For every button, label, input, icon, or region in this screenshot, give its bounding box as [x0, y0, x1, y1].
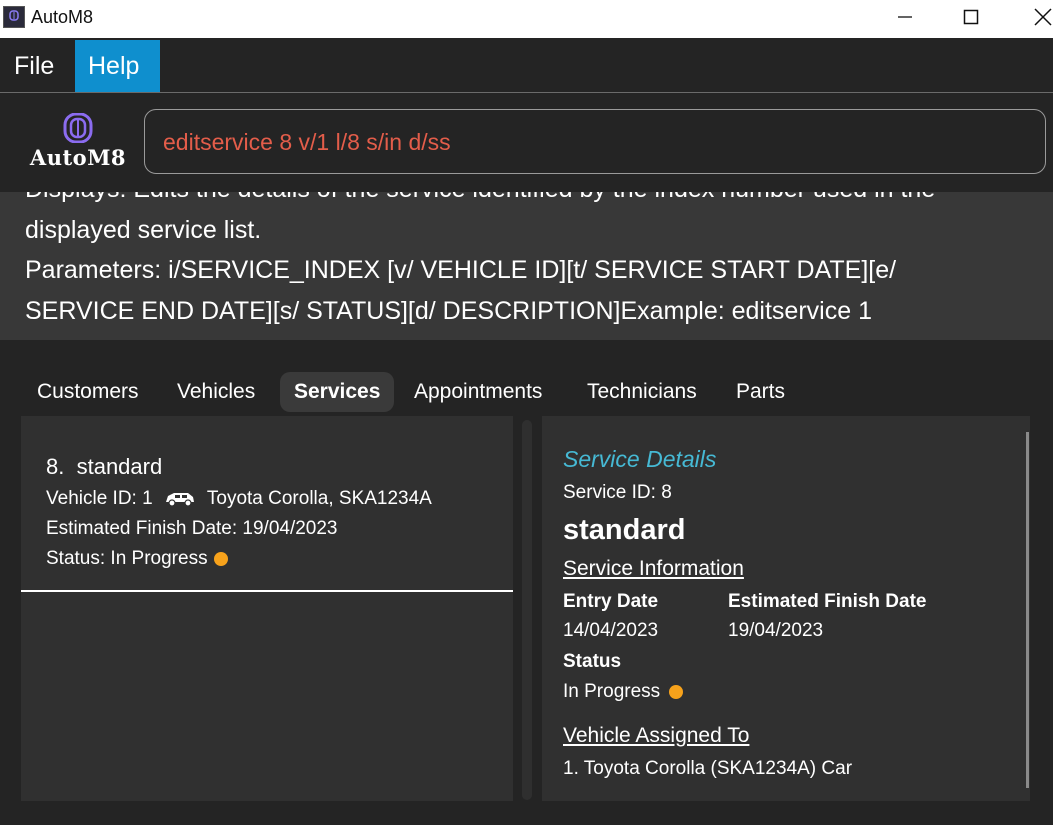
- vehicle-name: Toyota Corolla, SKA1234A: [206, 488, 432, 509]
- service-vehicle-line: Vehicle ID: 1 Toyota Corolla, SKA1234A: [46, 488, 432, 510]
- details-heading: Service Details: [563, 446, 717, 472]
- status-value: In Progress: [563, 681, 661, 702]
- window-title: AutoM8: [31, 7, 94, 27]
- service-name: standard: [76, 454, 163, 479]
- tab-parts[interactable]: Parts: [722, 372, 799, 412]
- app-logo-icon: [3, 6, 25, 28]
- service-card-title: 8. standard: [46, 454, 162, 480]
- logo-text: AutoM8: [29, 145, 127, 170]
- close-icon[interactable]: [1018, 0, 1053, 34]
- service-status-line: Status: In Progress: [46, 548, 228, 570]
- maximize-icon[interactable]: [946, 0, 996, 34]
- status-dot-icon: [669, 684, 684, 699]
- entry-date-value: 14/04/2023: [563, 620, 659, 641]
- status-label: Status: [563, 651, 622, 672]
- command-input[interactable]: editservice 8 v/1 l/8 s/in d/ss: [144, 109, 1046, 174]
- list-item[interactable]: 8. standard Vehicle ID: 1 Toyota Corolla…: [21, 416, 513, 592]
- estimated-finish-date: Estimated Finish Date: 19/04/2023: [46, 518, 338, 539]
- vehicle-id: Vehicle ID: 1: [46, 488, 153, 509]
- status-value-line: In Progress: [563, 681, 684, 703]
- tab-vehicles[interactable]: Vehicles: [163, 372, 269, 412]
- car-icon: [165, 492, 194, 507]
- finish-date-label: Estimated Finish Date: [728, 591, 927, 612]
- minimize-icon[interactable]: [880, 0, 930, 34]
- panel-divider[interactable]: [522, 420, 532, 800]
- service-list: 8. standard Vehicle ID: 1 Toyota Corolla…: [21, 416, 513, 801]
- result-display[interactable]: Displays: Edits the details of the servi…: [0, 192, 1053, 340]
- details-service-id: Service ID: 8: [563, 482, 672, 503]
- status-dot-icon: [213, 551, 228, 566]
- vehicle-assigned-heading: Vehicle Assigned To: [563, 724, 750, 747]
- tire-logo-icon: [63, 113, 93, 143]
- entry-date-label: Entry Date: [563, 591, 659, 612]
- menu-file[interactable]: File: [1, 40, 67, 92]
- service-information-heading: Service Information: [563, 557, 744, 580]
- service-status: Status: In Progress: [46, 548, 208, 569]
- menu-bar: File Help: [0, 38, 1053, 93]
- vehicle-assigned-value: 1. Toyota Corolla (SKA1234A) Car: [563, 758, 853, 779]
- tab-appointments[interactable]: Appointments: [400, 372, 556, 412]
- details-service-name: standard: [563, 514, 686, 546]
- tab-services[interactable]: Services: [280, 372, 395, 412]
- tab-customers[interactable]: Customers: [23, 372, 153, 412]
- command-input-text[interactable]: editservice 8 v/1 l/8 s/in d/ss: [163, 129, 451, 156]
- finish-date-value: 19/04/2023: [728, 620, 824, 641]
- details-scrollbar[interactable]: [1026, 432, 1029, 788]
- title-bar: AutoM8: [0, 0, 1053, 38]
- tab-technicians[interactable]: Technicians: [573, 372, 711, 412]
- menu-help[interactable]: Help: [75, 40, 160, 92]
- result-text: Displays: Edits the details of the servi…: [25, 192, 935, 340]
- service-index: 8.: [46, 454, 65, 479]
- service-details-panel: Service Details Service ID: 8 standard S…: [542, 416, 1030, 801]
- autom8-logo: AutoM8: [28, 113, 128, 171]
